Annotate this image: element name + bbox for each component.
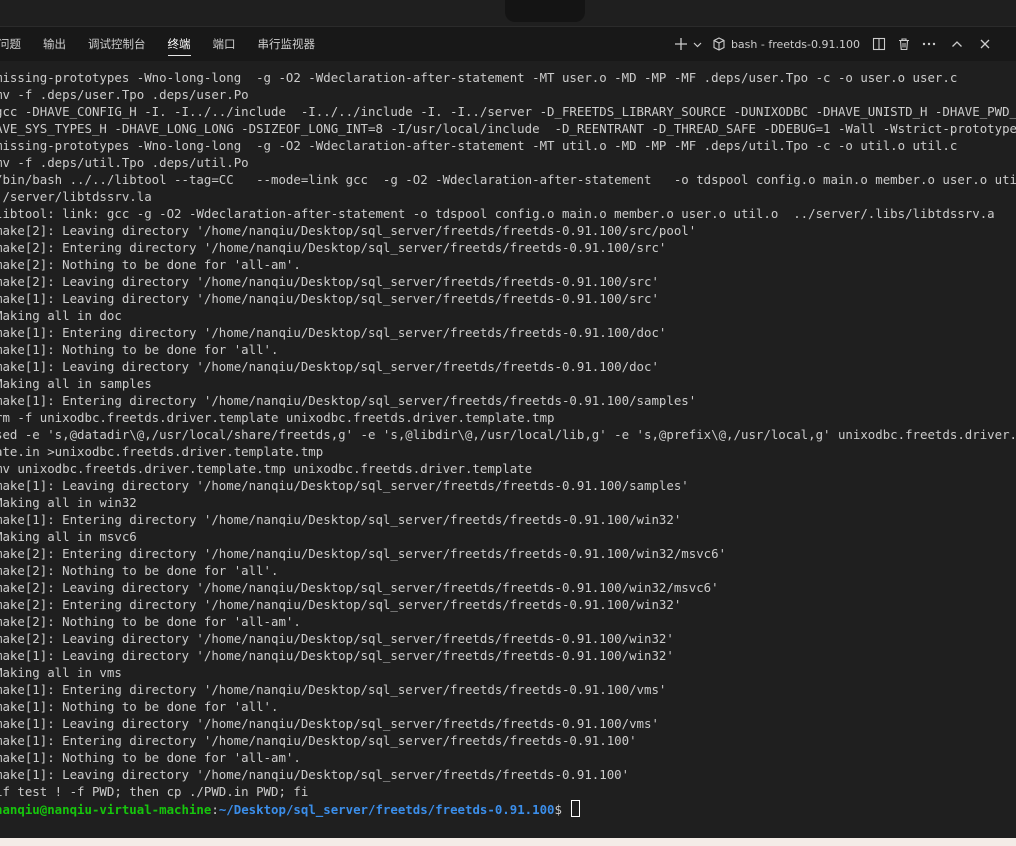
tab-debug-console[interactable]: 调试控制台: [77, 27, 157, 61]
terminal-line: make[1]: Entering directory '/home/nanqi…: [0, 512, 682, 527]
terminal-line: make[2]: Leaving directory '/home/nanqiu…: [0, 274, 659, 289]
terminal-line: make[1]: Nothing to be done for 'all'.: [0, 699, 279, 714]
tab-ports[interactable]: 端口: [202, 27, 247, 61]
terminal-line: make[2]: Nothing to be done for 'all'.: [0, 563, 279, 578]
tab-terminal[interactable]: 终端: [157, 27, 202, 61]
terminal-line: make[2]: Leaving directory '/home/nanqiu…: [0, 223, 697, 238]
terminal-line: make[1]: Leaving directory '/home/nanqiu…: [0, 359, 659, 374]
terminal-line: make[2]: Entering directory '/home/nanqi…: [0, 546, 727, 561]
window-notch: [505, 0, 585, 22]
terminal-output: missing-prototypes -Wno-long-long -g -O2…: [0, 69, 1016, 817]
terminal-line: missing-prototypes -Wno-long-long -g -O2…: [0, 70, 958, 85]
terminal-prompt-line[interactable]: nanqiu@nanqiu-virtual-machine:~/Desktop/…: [0, 800, 1016, 817]
terminal-line: Making all in win32: [0, 495, 137, 510]
terminal-line: Making all in vms: [0, 665, 122, 680]
prompt-separator: :: [211, 802, 219, 817]
terminal-line: make[2]: Leaving directory '/home/nanqiu…: [0, 631, 674, 646]
terminal-line: make[1]: Entering directory '/home/nanqi…: [0, 393, 697, 408]
terminal-line: make[1]: Leaving directory '/home/nanqiu…: [0, 648, 674, 663]
terminal-line: make[1]: Nothing to be done for 'all-am'…: [0, 750, 301, 765]
terminal-line: rm -f unixodbc.freetds.driver.template u…: [0, 410, 555, 425]
kill-terminal-button[interactable]: [893, 33, 915, 55]
terminal-icon: [713, 37, 725, 51]
terminal-line: make[1]: Leaving directory '/home/nanqiu…: [0, 767, 630, 782]
trash-icon: [899, 38, 909, 51]
split-terminal-button[interactable]: [868, 33, 890, 55]
terminal-line: Making all in doc: [0, 308, 122, 323]
terminal-line: make[2]: Nothing to be done for 'all-am'…: [0, 614, 301, 629]
tab-serial-monitor[interactable]: 串行监视器: [247, 27, 327, 61]
panel-tabs: 问题 输出 调试控制台 终端 端口 串行监视器: [0, 27, 326, 61]
chevron-up-icon: [952, 41, 962, 47]
terminal-line: make[1]: Entering directory '/home/nanqi…: [0, 733, 637, 748]
terminal-line: make[2]: Nothing to be done for 'all-am'…: [0, 257, 301, 272]
window-bottom-edge: [0, 838, 1016, 846]
terminal-line: libtool: link: gcc -g -O2 -Wdeclaration-…: [0, 206, 995, 221]
terminal-line: make[1]: Leaving directory '/home/nanqiu…: [0, 291, 659, 306]
prompt-user-host: nanqiu@nanqiu-virtual-machine: [0, 802, 212, 817]
maximize-panel-button[interactable]: [946, 33, 968, 55]
terminal-dropdown-button[interactable]: [692, 33, 704, 55]
terminal-cursor: [571, 800, 581, 817]
terminal-line: /bin/bash ../../libtool --tag=CC --mode=…: [0, 172, 1016, 187]
terminal-line: make[1]: Leaving directory '/home/nanqiu…: [0, 716, 659, 731]
terminal-line: sed -e 's,@datadir\@,/usr/local/share/fr…: [0, 427, 1016, 442]
terminal-line: make[2]: Leaving directory '/home/nanqiu…: [0, 580, 719, 595]
terminal-line: make[1]: Entering directory '/home/nanqi…: [0, 682, 667, 697]
close-panel-button[interactable]: [974, 33, 996, 55]
editor-area-top: [0, 0, 1016, 27]
panel-actions: bash - freetds-0.91.100: [667, 27, 996, 61]
terminal-line: make[1]: Leaving directory '/home/nanqiu…: [0, 478, 689, 493]
terminal-line: gcc -DHAVE_CONFIG_H -I. -I../../include …: [0, 104, 1016, 119]
terminal-line: make[1]: Nothing to be done for 'all'.: [0, 342, 279, 357]
terminal-line: AVE_SYS_TYPES_H -DHAVE_LONG_LONG -DSIZEO…: [0, 121, 1016, 136]
terminal-line: make[2]: Entering directory '/home/nanqi…: [0, 597, 682, 612]
prompt-path: ~/Desktop/sql_server/freetds/freetds-0.9…: [218, 802, 555, 817]
terminal-line: Making all in msvc6: [0, 529, 137, 544]
more-actions-button[interactable]: [918, 33, 940, 55]
terminal-bottom-padding: [0, 819, 1016, 838]
new-terminal-button[interactable]: [670, 33, 692, 55]
prompt-suffix: $: [554, 802, 570, 817]
tab-problems[interactable]: 问题: [0, 27, 32, 61]
split-icon: [872, 37, 886, 51]
chevron-down-icon: [694, 42, 702, 47]
more-icon: [922, 42, 936, 46]
terminal-line: mv -f .deps/util.Tpo .deps/util.Po: [0, 155, 249, 170]
terminal-line: mv -f .deps/user.Tpo .deps/user.Po: [0, 87, 249, 102]
terminal-selector[interactable]: bash - freetds-0.91.100: [712, 37, 860, 51]
terminal-line: Making all in samples: [0, 376, 152, 391]
tab-output[interactable]: 输出: [32, 27, 77, 61]
terminal-line: missing-prototypes -Wno-long-long -g -O2…: [0, 138, 958, 153]
terminal-line: mv unixodbc.freetds.driver.template.tmp …: [0, 461, 533, 476]
terminal-line: make[1]: Entering directory '/home/nanqi…: [0, 325, 667, 340]
terminal-name-label: bash - freetds-0.91.100: [730, 37, 860, 51]
terminal-view[interactable]: missing-prototypes -Wno-long-long -g -O2…: [0, 61, 1016, 819]
close-icon: [980, 39, 990, 49]
plus-icon: [674, 38, 687, 50]
terminal-line: if test ! -f PWD; then cp ./PWD.in PWD; …: [0, 784, 309, 799]
panel-header: 问题 输出 调试控制台 终端 端口 串行监视器 bash - freetds-0…: [0, 27, 1016, 61]
terminal-line: make[2]: Entering directory '/home/nanqi…: [0, 240, 667, 255]
terminal-line: ate.in >unixodbc.freetds.driver.template…: [0, 444, 324, 459]
terminal-line: ./server/libtdssrv.la: [0, 189, 152, 204]
